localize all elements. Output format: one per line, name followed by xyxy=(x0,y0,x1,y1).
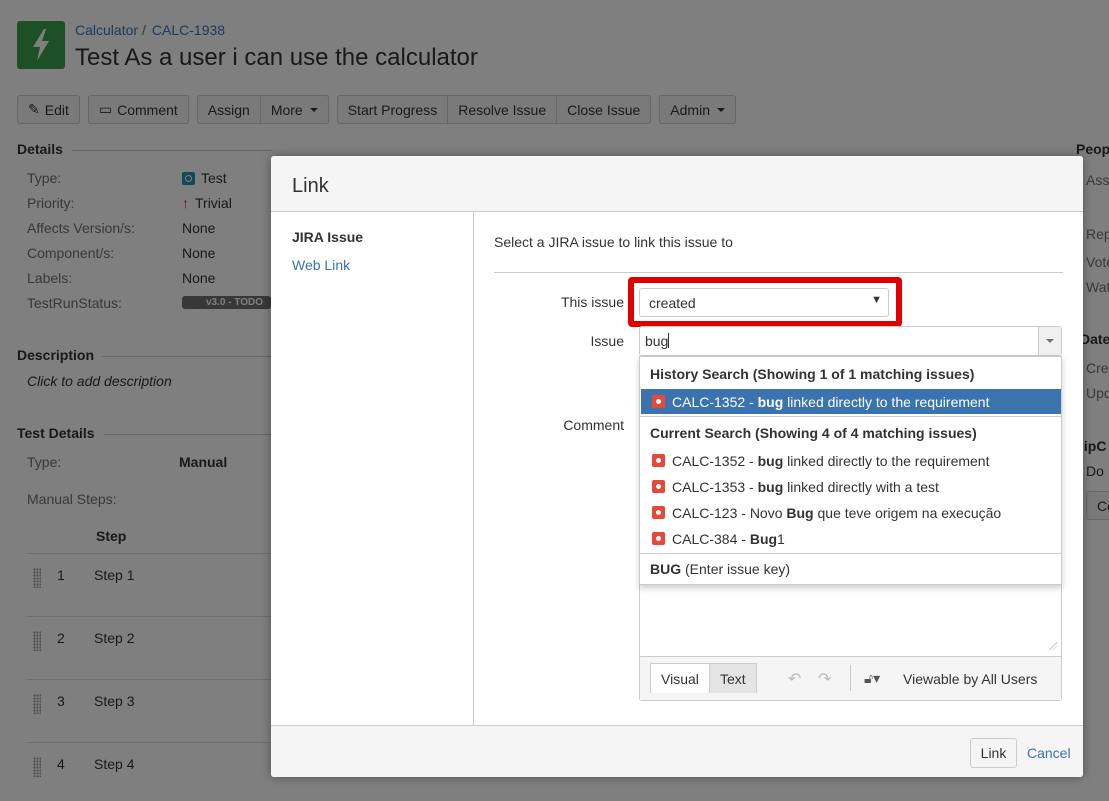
dialog-footer: Link Cancel xyxy=(271,725,1083,777)
dropdown-toggle-icon[interactable] xyxy=(1038,327,1061,355)
issue-suggestions: History Search (Showing 1 of 1 matching … xyxy=(639,356,1062,585)
issue-summary: que teve origem na execução xyxy=(813,504,1002,521)
visibility-selector[interactable]: Viewable by All Users xyxy=(903,671,1037,687)
dialog-header: Link xyxy=(271,156,1083,212)
issue-summary-prefix: - xyxy=(745,393,758,410)
issue-summary-prefix: - Novo xyxy=(737,504,787,521)
enter-issue-key-hint: (Enter issue key) xyxy=(681,561,791,577)
issue-key: CALC-1352 xyxy=(672,452,746,469)
list-item[interactable]: CALC-123 - Novo Bug que teve origem na e… xyxy=(641,500,1061,525)
tab-text[interactable]: Text xyxy=(709,663,757,693)
enter-issue-key-option[interactable]: BUG (Enter issue key) xyxy=(650,561,790,577)
match-highlight: Bug xyxy=(749,530,778,547)
match-highlight: Bug xyxy=(786,504,814,521)
issue-summary-prefix: - xyxy=(737,530,750,547)
link-type-select[interactable]: created ▼ xyxy=(639,288,889,317)
resize-handle-icon[interactable] xyxy=(1049,642,1057,650)
dialog-nav: JIRA Issue Web Link xyxy=(271,212,474,725)
issue-key: CALC-123 xyxy=(672,504,738,521)
link-type-value: created xyxy=(649,295,696,311)
match-highlight: bug xyxy=(757,393,784,410)
nav-jira-issue[interactable]: JIRA Issue xyxy=(292,229,363,245)
tab-visual[interactable]: Visual xyxy=(650,663,710,693)
nav-web-link[interactable]: Web Link xyxy=(292,257,350,273)
bug-icon xyxy=(652,532,665,545)
dialog-intro: Select a JIRA issue to link this issue t… xyxy=(494,234,733,250)
match-highlight: bug xyxy=(757,452,784,469)
divider xyxy=(850,665,851,691)
link-dialog: Link JIRA Issue Web Link Select a JIRA i… xyxy=(271,156,1083,777)
bug-icon xyxy=(652,395,665,408)
match-highlight: bug xyxy=(757,478,784,495)
issue-label: Issue xyxy=(590,333,624,349)
history-search-heading: History Search (Showing 1 of 1 matching … xyxy=(650,366,975,382)
dialog-title: Link xyxy=(292,175,329,197)
link-button[interactable]: Link xyxy=(970,738,1017,768)
issue-key: CALC-1352 xyxy=(672,393,746,410)
redo-icon[interactable]: ↷ xyxy=(818,669,831,689)
issue-key: CALC-1353 xyxy=(672,478,746,495)
issue-summary: linked directly with a test xyxy=(783,478,939,495)
issue-key: CALC-384 xyxy=(672,530,738,547)
comment-label: Comment xyxy=(563,417,624,433)
editor-toolbar: Visual Text ↶ ↷ 🔓︎▾ Viewable by All User… xyxy=(640,656,1061,700)
typed-key: BUG xyxy=(650,561,682,577)
bug-icon xyxy=(652,454,665,467)
issue-search-input[interactable]: bug xyxy=(639,326,1062,356)
list-item[interactable]: CALC-1352 - bug linked directly to the r… xyxy=(641,389,1061,414)
issue-summary-prefix: - xyxy=(745,452,758,469)
list-item[interactable]: CALC-384 - Bug 1 xyxy=(641,526,1061,551)
undo-icon[interactable]: ↶ xyxy=(788,669,801,689)
issue-summary: 1 xyxy=(777,530,785,547)
list-item[interactable]: CALC-1353 - bug linked directly with a t… xyxy=(641,474,1061,499)
divider xyxy=(494,272,1063,273)
bug-icon xyxy=(652,506,665,519)
unlock-icon[interactable]: 🔓︎▾ xyxy=(864,670,880,687)
divider xyxy=(640,416,1061,417)
issue-summary-prefix: - xyxy=(745,478,758,495)
this-issue-label: This issue xyxy=(560,294,624,310)
issue-summary: linked directly to the requirement xyxy=(783,452,990,469)
divider xyxy=(640,553,1061,554)
caret-down-icon: ▼ xyxy=(871,294,882,306)
current-search-heading: Current Search (Showing 4 of 4 matching … xyxy=(650,425,977,441)
list-item[interactable]: CALC-1352 - bug linked directly to the r… xyxy=(641,448,1061,473)
cancel-link[interactable]: Cancel xyxy=(1027,745,1071,761)
issue-summary: linked directly to the requirement xyxy=(783,393,990,410)
issue-search-value: bug xyxy=(645,333,669,349)
bug-icon xyxy=(652,480,665,493)
text-cursor xyxy=(668,333,670,348)
